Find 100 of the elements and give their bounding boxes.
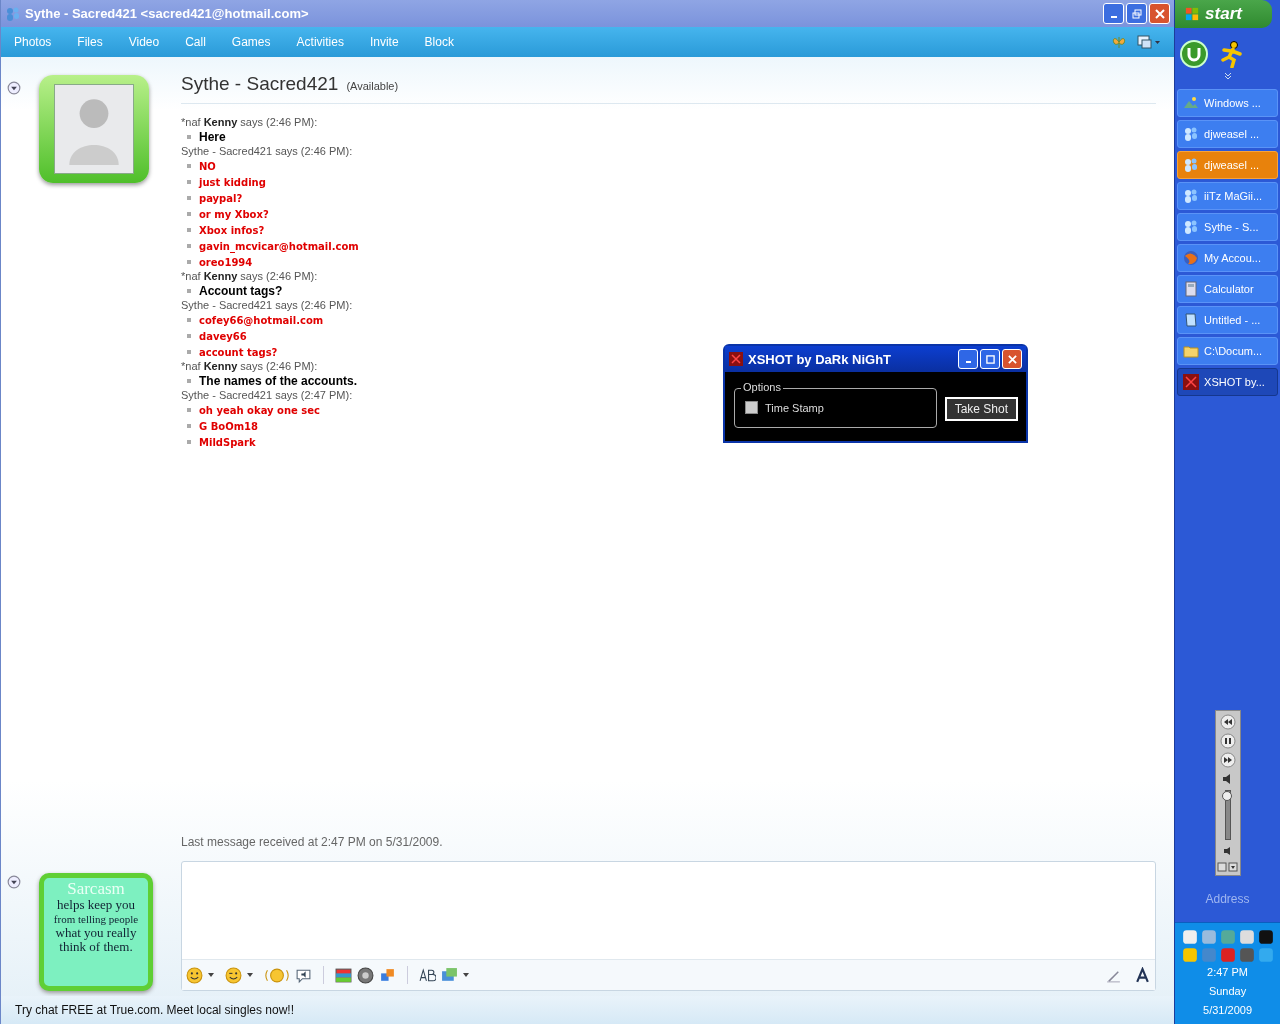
taskbar-button[interactable]: iiTz MaGii... [1177, 182, 1278, 210]
close-icon [1007, 354, 1017, 364]
minimize-icon [965, 361, 971, 363]
picture-caption: from telling people [53, 912, 139, 926]
folder-icon [1183, 343, 1200, 359]
caret-icon[interactable] [247, 973, 253, 977]
taskbar-button[interactable]: C:\Docum... [1177, 337, 1278, 365]
torrent-icon[interactable] [1180, 40, 1209, 68]
menu-item[interactable]: Block [416, 35, 462, 49]
message-text: MildSpark [199, 436, 256, 448]
clock-date: 5/31/2009 [1203, 1003, 1252, 1018]
taskbar-button[interactable]: My Accou... [1177, 244, 1278, 272]
caret-icon[interactable] [463, 973, 469, 977]
picture-icon[interactable] [441, 966, 458, 984]
checkbox[interactable] [745, 401, 758, 414]
taskbar-button[interactable]: djweasel ... [1177, 151, 1278, 179]
maximize-button[interactable] [980, 349, 1000, 369]
menu-item[interactable]: Video [120, 35, 168, 49]
taskbar-button[interactable]: XSHOT by... [1177, 368, 1278, 396]
text-style-icon[interactable] [1134, 966, 1152, 984]
menu-item[interactable]: Invite [361, 35, 407, 49]
message-text: cofey66@hotmail.com [199, 314, 324, 326]
options-menu-icon[interactable] [1137, 34, 1162, 50]
picture-caption: what you really [55, 926, 137, 940]
message-text: paypal? [199, 192, 243, 204]
message-sender: *naf Kenny says (2:46 PM): [181, 360, 318, 373]
minimize-button[interactable] [958, 349, 978, 369]
window-toggle-icon[interactable] [1216, 862, 1239, 872]
landscape-icon [1183, 95, 1200, 111]
ad-link[interactable]: Try chat FREE at True.com. Meet local singles now!! [15, 1003, 294, 1017]
start-button[interactable]: start [1175, 0, 1272, 28]
message-text: gavin_mcvicar@hotmail.com [199, 240, 359, 252]
rewind-icon[interactable] [1219, 714, 1236, 730]
tray-icon[interactable] [1257, 929, 1274, 945]
address-toolbar-label: Address [1204, 892, 1251, 908]
message-text: just kidding [199, 176, 266, 188]
caret-icon[interactable] [208, 973, 214, 977]
message-text: Xbox infos? [199, 224, 265, 236]
taskbar-button[interactable]: Sythe - S... [1177, 213, 1278, 241]
taskbar-button[interactable]: Untitled - ... [1177, 306, 1278, 334]
taskbar-button[interactable]: djweasel ... [1177, 120, 1278, 148]
contact-status: (Available) [346, 80, 399, 92]
menu-item[interactable]: Activities [288, 35, 352, 49]
chevron-icon[interactable] [1223, 72, 1232, 80]
close-button[interactable] [1149, 3, 1171, 24]
taskbar-button[interactable]: Windows ... [1177, 89, 1278, 117]
message-text: G BoOm18 [199, 420, 259, 432]
taskbar-button[interactable]: Calculator [1177, 275, 1278, 303]
menu-item[interactable]: Call [177, 35, 214, 49]
people-icon [1183, 219, 1200, 235]
windows-logo [1185, 7, 1200, 21]
people-icon [1183, 157, 1200, 173]
calculator-icon [1183, 281, 1200, 297]
menu-item[interactable]: Photos [6, 35, 60, 49]
clock-time: 2:47 PM [1207, 965, 1248, 980]
message-input[interactable] [181, 861, 1157, 991]
minimize-button[interactable] [1103, 3, 1125, 24]
maximize-icon [985, 354, 995, 364]
message-sender: *naf Kenny says (2:46 PM): [181, 270, 318, 283]
restore-button[interactable] [1126, 3, 1148, 24]
notepad-icon [1183, 312, 1200, 328]
contact-name: Sythe - Sacred421 [181, 73, 339, 95]
people-icon [1183, 126, 1200, 142]
message-text: Account tags? [199, 284, 283, 298]
message-sender: Sythe - Sacred421 says (2:46 PM): [181, 145, 353, 158]
tray-icon[interactable] [1238, 929, 1255, 945]
message-text: The names of the accounts. [199, 374, 358, 388]
message-text: oreo1994 [199, 256, 253, 268]
close-icon [1154, 8, 1165, 19]
people-icon [1183, 188, 1200, 204]
last-message-info: Last message received at 2:47 PM on 5/31/2009. [181, 835, 444, 851]
volume-slider[interactable] [1224, 790, 1231, 840]
message-text: or my Xbox? [199, 208, 269, 220]
globe-icon [1183, 250, 1200, 266]
close-button[interactable] [1002, 349, 1022, 369]
tray-icon[interactable] [1181, 929, 1198, 945]
background-grid-icon[interactable] [335, 966, 352, 984]
wink-icon[interactable] [225, 966, 242, 984]
checkbox-label: Time Stamp [765, 401, 824, 414]
window-title: Sythe - Sacred421 <sacred421@hotmail.com> [25, 6, 309, 21]
message-text: oh yeah okay one sec [199, 404, 320, 416]
x-icon [729, 352, 743, 366]
menu-item[interactable]: Files [69, 35, 111, 49]
message-text: NO [199, 160, 216, 172]
collapse-icon[interactable] [7, 81, 21, 95]
group-label: Options [741, 380, 783, 393]
picture-caption: think of them. [59, 940, 133, 954]
fast-forward-icon[interactable] [1219, 752, 1236, 768]
pause-icon[interactable] [1219, 733, 1236, 749]
smiley-icon[interactable] [186, 966, 203, 984]
menu-item[interactable]: Games [223, 35, 279, 49]
picture-heading: Sarcasm [67, 880, 125, 898]
picture-caption: helps keep you [57, 898, 135, 912]
font-icon[interactable] [419, 966, 436, 984]
collapse-icon[interactable] [7, 875, 21, 889]
message-text: Here [199, 130, 226, 144]
people-icon [5, 5, 21, 22]
dialog-title: XSHOT by DaRk NiGhT [748, 351, 892, 367]
take-shot-button[interactable]: Take Shot [944, 396, 1018, 421]
restore-icon [1131, 8, 1142, 19]
